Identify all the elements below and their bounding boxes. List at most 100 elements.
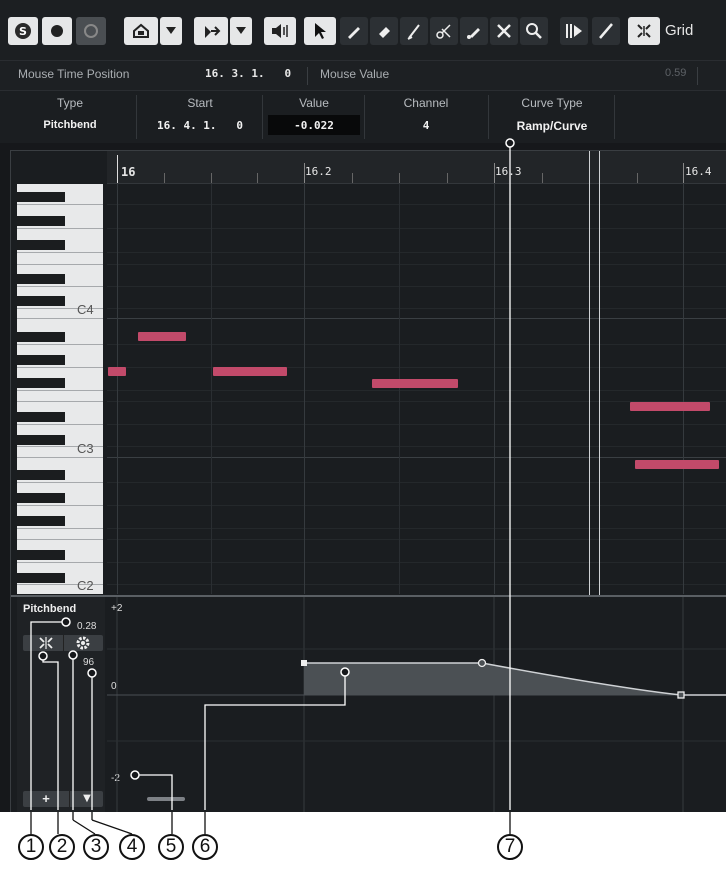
- snap-icon[interactable]: [194, 17, 228, 45]
- black-key[interactable]: [17, 274, 65, 284]
- controller-curve-area[interactable]: +2 0 -2: [107, 597, 726, 812]
- info-value-value[interactable]: -0.022: [266, 119, 362, 132]
- black-key[interactable]: [17, 493, 65, 503]
- info-line: Type Pitchbend Start 16. 4. 1. 0 Value -…: [0, 91, 726, 143]
- snap-toggle-icon[interactable]: [31, 635, 61, 651]
- key-divider: [17, 457, 103, 458]
- grid-snap-icon[interactable]: [628, 17, 660, 45]
- monitor-icon[interactable]: [76, 17, 106, 45]
- lane-menu-button[interactable]: ▼: [71, 791, 103, 807]
- solo-icon[interactable]: S: [8, 17, 38, 45]
- autoscroll-icon[interactable]: [124, 17, 158, 45]
- pitchbend-curve[interactable]: [107, 597, 726, 812]
- controller-lane: Pitchbend 0.28 96 + ▼ 0 -2: [11, 595, 726, 812]
- svg-text:S: S: [19, 25, 27, 38]
- key-divider: [17, 252, 103, 253]
- controller-type-label[interactable]: Pitchbend: [23, 603, 76, 615]
- black-key[interactable]: [17, 332, 65, 342]
- speaker-icon[interactable]: [264, 17, 296, 45]
- quantize-icon[interactable]: [560, 17, 588, 45]
- info-value-channel[interactable]: 4: [368, 119, 484, 132]
- key-editor-window: S Grid Mouse Time Position 16. 3. 1. 0 M…: [0, 0, 726, 812]
- grid-line: [107, 344, 726, 345]
- grid-line: [107, 482, 726, 483]
- divider: [697, 67, 698, 85]
- divider: [136, 95, 137, 139]
- grid-line: [107, 390, 726, 391]
- ruler-tick: [683, 163, 684, 183]
- midi-note[interactable]: [630, 402, 710, 411]
- callout-1: 1: [18, 834, 44, 860]
- grid-line: [107, 264, 726, 265]
- note-grid[interactable]: [107, 184, 726, 594]
- key-label-c4: C4: [77, 302, 94, 317]
- record-icon[interactable]: [42, 17, 72, 45]
- grid-line: [107, 446, 726, 447]
- midi-note[interactable]: [372, 379, 458, 388]
- eraser-icon[interactable]: [370, 17, 398, 45]
- dropdown-icon[interactable]: [230, 17, 252, 45]
- line-tool-icon[interactable]: [592, 17, 620, 45]
- grid-line: [399, 184, 400, 594]
- grid-line: [211, 184, 212, 594]
- callout-4: 4: [119, 834, 145, 860]
- key-divider: [17, 539, 103, 540]
- dropdown-icon[interactable]: [160, 17, 182, 45]
- info-value-start[interactable]: 16. 4. 1. 0: [140, 119, 260, 132]
- divider: [364, 95, 365, 139]
- piano-keyboard[interactable]: C4 C3 C2: [17, 184, 103, 594]
- mouse-time-value: 16. 3. 1. 0: [205, 67, 292, 80]
- pointer-icon[interactable]: [304, 17, 336, 45]
- info-value-type[interactable]: Pitchbend: [10, 119, 130, 131]
- key-label-c2: C2: [77, 578, 94, 593]
- black-key[interactable]: [17, 435, 65, 445]
- grid-line: [107, 505, 726, 506]
- black-key[interactable]: [17, 216, 65, 226]
- black-key[interactable]: [17, 573, 65, 583]
- toolbar: S Grid: [0, 0, 726, 60]
- scissors-icon[interactable]: [430, 17, 458, 45]
- add-lane-button[interactable]: +: [23, 791, 69, 807]
- midi-note[interactable]: [138, 332, 186, 341]
- mute-icon[interactable]: [490, 17, 518, 45]
- mouse-value-value: 0.59: [665, 67, 687, 79]
- black-key[interactable]: [17, 192, 65, 202]
- controller-lane-buttons: [23, 635, 103, 651]
- grid-type-dropdown[interactable]: Grid: [665, 17, 693, 45]
- info-label-channel: Channel: [403, 96, 449, 110]
- info-value-curve-type[interactable]: Ramp/Curve: [492, 119, 612, 133]
- midi-note[interactable]: [635, 460, 719, 469]
- black-key[interactable]: [17, 296, 65, 306]
- glue-icon[interactable]: [460, 17, 488, 45]
- black-key[interactable]: [17, 355, 65, 365]
- note-editor: 16 16.2 16.3 16.4 C4 C3 C2 Pitchbend 0.2…: [10, 150, 726, 812]
- black-key[interactable]: [17, 240, 65, 250]
- black-key[interactable]: [17, 470, 65, 480]
- black-key[interactable]: [17, 412, 65, 422]
- ruler-tick: [542, 173, 543, 183]
- callout-leaders-lower: [30, 812, 511, 835]
- line-draw-icon[interactable]: [400, 17, 428, 45]
- ruler[interactable]: 16 16.2 16.3 16.4: [107, 151, 726, 184]
- zoom-icon[interactable]: [520, 17, 548, 45]
- key-divider: [17, 424, 103, 425]
- controller-lane-header: Pitchbend 0.28 96 + ▼: [17, 597, 105, 812]
- key-divider: [17, 401, 103, 402]
- grid-line: [107, 228, 726, 229]
- beat-line: [117, 184, 118, 594]
- midi-note[interactable]: [108, 367, 126, 376]
- black-key[interactable]: [17, 516, 65, 526]
- key-label-c3: C3: [77, 441, 94, 456]
- grid-line: [107, 367, 726, 368]
- divider: [63, 635, 64, 651]
- grid-line: [107, 318, 726, 319]
- callout-2: 2: [49, 834, 75, 860]
- gear-icon[interactable]: [67, 635, 99, 651]
- black-key[interactable]: [17, 550, 65, 560]
- black-key[interactable]: [17, 378, 65, 388]
- ruler-tick: [211, 173, 212, 183]
- callout-5: 5: [158, 834, 184, 860]
- callout-7: 7: [497, 834, 523, 860]
- pencil-icon[interactable]: [340, 17, 368, 45]
- midi-note[interactable]: [213, 367, 287, 376]
